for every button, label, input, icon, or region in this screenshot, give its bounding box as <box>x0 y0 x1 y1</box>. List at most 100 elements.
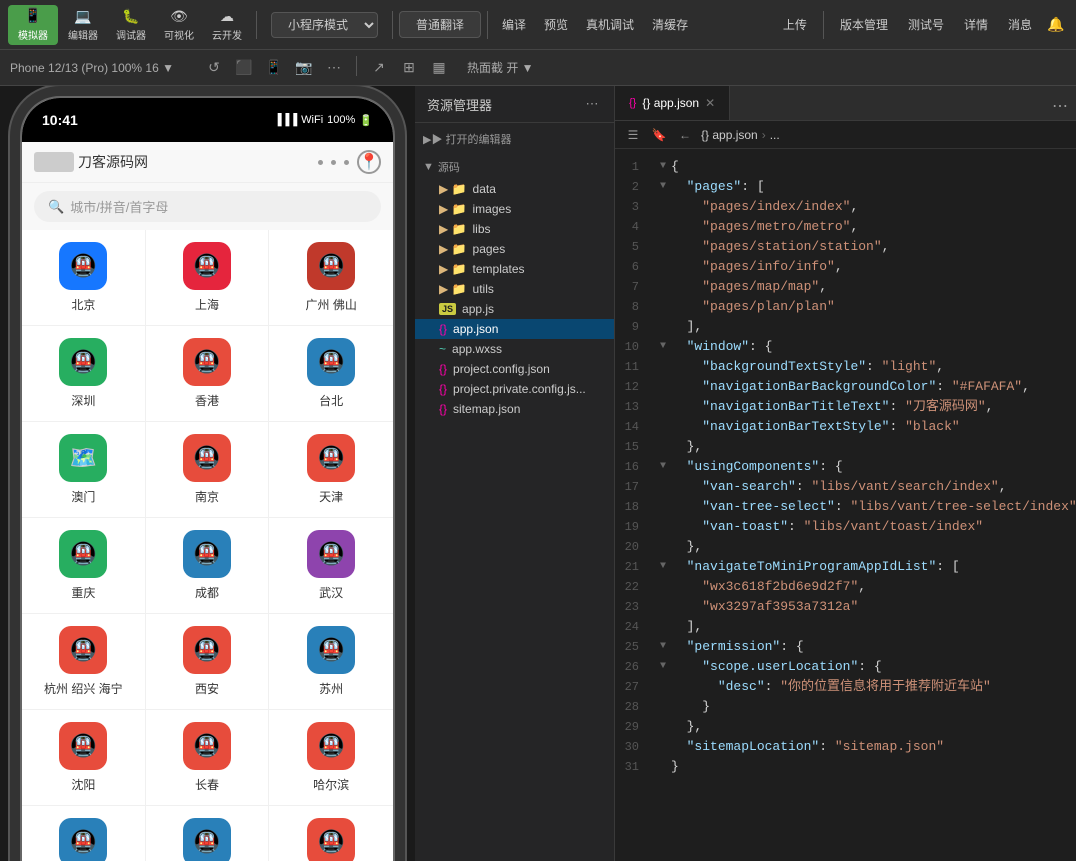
version-btn[interactable]: 版本管理 <box>832 12 896 37</box>
search-bar[interactable]: 🔍 城市/拼音/首字母 <box>34 191 381 222</box>
file-tree-item[interactable]: ▶ 📁 pages <box>415 239 614 259</box>
city-item[interactable]: 🚇杭州 绍兴 海宁 <box>22 614 146 710</box>
file-tree-item[interactable]: {} project.private.config.js... <box>415 379 614 399</box>
line-number: 28 <box>615 697 655 717</box>
city-item[interactable]: 🗺️澳门 <box>22 422 146 518</box>
fold-arrow[interactable]: ▼ <box>655 457 671 477</box>
file-tree-item[interactable]: ▶ 📁 templates <box>415 259 614 279</box>
city-item[interactable]: 🚇长沙 <box>22 806 146 861</box>
city-item[interactable]: 🚇深圳 <box>22 326 146 422</box>
city-item[interactable]: 🚇无锡 <box>269 806 393 861</box>
file-tree-item[interactable]: JS app.js <box>415 299 614 319</box>
upload-btn[interactable]: 上传 <box>775 12 815 37</box>
file-tree-item[interactable]: ▶ 📁 libs <box>415 219 614 239</box>
city-item[interactable]: 🚇重庆 <box>22 518 146 614</box>
line-content: "van-search": "libs/vant/search/index", <box>671 477 1076 497</box>
phone-icon[interactable]: 📱 <box>262 56 286 80</box>
back-btn[interactable]: ← <box>675 125 695 145</box>
city-item[interactable]: 🚇长春 <box>146 710 270 806</box>
fold-arrow[interactable]: ▼ <box>655 557 671 577</box>
fold-arrow <box>655 197 671 217</box>
notice-btn[interactable]: 消息 <box>1000 12 1040 37</box>
file-tree-item[interactable]: {} app.json <box>415 319 614 339</box>
root-section-header[interactable]: ▼ 源码 <box>415 155 614 179</box>
city-item[interactable]: 🚇上海 <box>146 230 270 326</box>
real-debug-btn[interactable]: 真机调试 <box>578 12 642 37</box>
select-icon[interactable]: ↗ <box>367 56 391 80</box>
file-tree-item[interactable]: {} project.config.json <box>415 359 614 379</box>
compile-btn[interactable]: 编译 <box>494 12 534 37</box>
city-item[interactable]: 🚇哈尔滨 <box>269 710 393 806</box>
city-item[interactable]: 🚇天津 <box>269 422 393 518</box>
stop-icon[interactable]: ⬛ <box>232 56 256 80</box>
hotspot-btn[interactable]: 热面截 开 ▼ <box>467 59 534 76</box>
breadcrumb-file: {} app.json <box>701 128 758 142</box>
fold-arrow <box>655 697 671 717</box>
debug-btn[interactable]: 🐛 调试器 <box>108 5 154 45</box>
code-area[interactable]: 1▼{2▼ "pages": [3 "pages/index/index",4 … <box>615 149 1076 861</box>
screenshot-icon[interactable]: 📷 <box>292 56 316 80</box>
root-arrow: ▼ <box>423 161 434 173</box>
code-line: 26▼ "scope.userLocation": { <box>615 657 1076 677</box>
visual-btn[interactable]: 👁 可视化 <box>156 5 202 45</box>
battery-label: 100% <box>327 114 355 126</box>
editor-more-btn[interactable]: ⋯ <box>1044 92 1076 120</box>
code-line: 25▼ "permission": { <box>615 637 1076 657</box>
line-content: "window": { <box>671 337 1076 357</box>
fold-arrow <box>655 437 671 457</box>
json-icon: {} <box>439 322 447 336</box>
json-icon: {} <box>439 382 447 396</box>
json-icon: {} <box>439 402 447 416</box>
city-item[interactable]: 🚇台北 <box>269 326 393 422</box>
tab-app-json[interactable]: {} {} app.json ✕ <box>615 86 730 120</box>
new-file-icon[interactable]: ⋯ <box>582 94 602 114</box>
cloud-btn[interactable]: ☁ 云开发 <box>204 5 250 45</box>
city-item[interactable]: 🚇北京 <box>22 230 146 326</box>
file-name: pages <box>473 242 506 256</box>
city-item[interactable]: 🚇南京 <box>146 422 270 518</box>
more-icon[interactable]: ⋯ <box>322 56 346 80</box>
fold-arrow[interactable]: ▼ <box>655 337 671 357</box>
file-tree-item[interactable]: ▶ 📁 data <box>415 179 614 199</box>
translate-btn[interactable]: 普通翻译 <box>399 11 481 38</box>
mode-selector[interactable]: 小程序模式 <box>271 12 378 38</box>
file-tree-item[interactable]: ▶ 📁 utils <box>415 279 614 299</box>
fold-arrow[interactable]: ▼ <box>655 657 671 677</box>
top-toolbar: 📱 模拟器 💻 编辑器 🐛 调试器 👁 可视化 ☁ 云开发 小程序模式 普通翻译… <box>0 0 1076 50</box>
file-tree-item[interactable]: {} sitemap.json <box>415 399 614 419</box>
file-tree-item[interactable]: ~ app.wxss <box>415 339 614 359</box>
refresh-icon[interactable]: ↺ <box>202 56 226 80</box>
city-item[interactable]: 🚇广州 佛山 <box>269 230 393 326</box>
editor-btn[interactable]: 💻 编辑器 <box>60 5 106 45</box>
city-item[interactable]: 🚇宁波 <box>146 806 270 861</box>
city-item[interactable]: 🚇香港 <box>146 326 270 422</box>
bell-icon[interactable]: 🔔 <box>1044 13 1068 37</box>
toggle-sidebar-btn[interactable]: ☰ <box>623 125 643 145</box>
city-item[interactable]: 🚇成都 <box>146 518 270 614</box>
layers-icon[interactable]: ⊞ <box>397 56 421 80</box>
city-item[interactable]: 🚇苏州 <box>269 614 393 710</box>
line-number: 9 <box>615 317 655 337</box>
simulator-btn[interactable]: 📱 模拟器 <box>8 5 58 45</box>
file-tree-item[interactable]: ▶ 📁 images <box>415 199 614 219</box>
preview-btn[interactable]: 预览 <box>536 12 576 37</box>
line-content: "navigationBarTextStyle": "black" <box>671 417 1076 437</box>
fold-arrow[interactable]: ▼ <box>655 637 671 657</box>
grid-icon[interactable]: ▦ <box>427 56 451 80</box>
fold-arrow[interactable]: ▼ <box>655 157 671 177</box>
fold-arrow[interactable]: ▼ <box>655 177 671 197</box>
tab-close-btn[interactable]: ✕ <box>705 96 715 110</box>
city-item[interactable]: 🚇武汉 <box>269 518 393 614</box>
line-number: 13 <box>615 397 655 417</box>
test-btn[interactable]: 测试号 <box>900 12 952 37</box>
bookmark-btn[interactable]: 🔖 <box>649 125 669 145</box>
city-item[interactable]: 🚇西安 <box>146 614 270 710</box>
open-editors-header[interactable]: ▶ ▶ 打开的编辑器 <box>415 127 614 151</box>
line-content: }, <box>671 437 1076 457</box>
city-name: 重庆 <box>71 584 95 601</box>
detail-btn[interactable]: 详情 <box>956 12 996 37</box>
location-icon[interactable]: 📍 <box>357 150 381 174</box>
device-controls: ↺ ⬛ 📱 📷 ⋯ ↗ ⊞ ▦ <box>202 56 451 80</box>
clear-storage-btn[interactable]: 清缓存 <box>644 12 696 37</box>
city-item[interactable]: 🚇沈阳 <box>22 710 146 806</box>
